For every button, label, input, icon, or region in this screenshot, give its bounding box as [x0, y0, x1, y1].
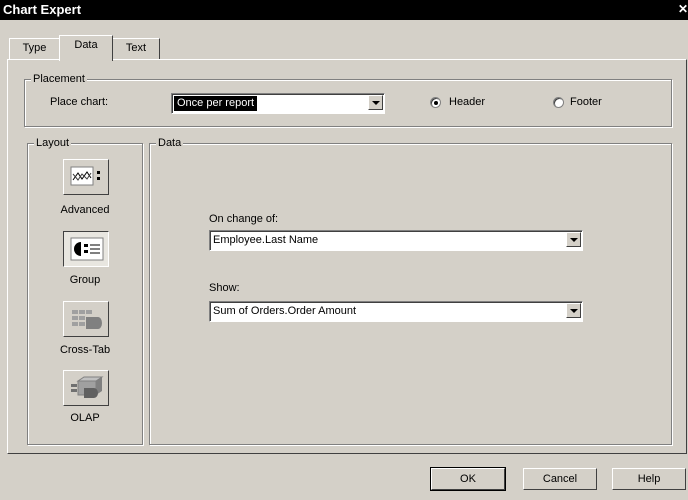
place-chart-dropdown[interactable]: Once per report — [171, 93, 385, 114]
title-bar: Chart Expert ✕ — [0, 0, 688, 20]
cross-tab-icon — [72, 310, 102, 329]
cross-tab-layout-button[interactable] — [63, 301, 109, 337]
advanced-layout-button[interactable] — [63, 159, 109, 195]
layout-group: Layout Advanced Group Cross-Tab OLAP — [27, 136, 143, 445]
olap-layout-button[interactable] — [63, 370, 109, 406]
placement-group: Placement Place chart: Once per report H… — [24, 72, 672, 127]
show-dropdown[interactable]: Sum of Orders.Order Amount — [209, 301, 583, 322]
advanced-layout-label: Advanced — [60, 204, 110, 216]
chevron-down-icon[interactable] — [368, 95, 383, 110]
footer-radio[interactable] — [553, 97, 564, 108]
tab-type[interactable]: Type — [9, 38, 60, 60]
tab-text-label: Text — [125, 42, 147, 54]
placement-group-label: Placement — [31, 72, 87, 86]
on-change-of-dropdown[interactable]: Employee.Last Name — [209, 230, 583, 251]
layout-group-label: Layout — [34, 136, 72, 150]
olap-cube-icon — [71, 376, 104, 398]
close-icon[interactable]: ✕ — [678, 2, 688, 18]
cancel-button[interactable]: Cancel — [523, 468, 597, 490]
olap-layout-label: OLAP — [70, 412, 100, 424]
group-chart-icon — [70, 237, 104, 261]
place-chart-value: Once per report — [174, 96, 258, 111]
on-change-of-label: On change of: — [209, 213, 279, 225]
help-button[interactable]: Help — [612, 468, 686, 490]
tab-data-label: Data — [74, 39, 98, 51]
footer-radio-label[interactable]: Footer — [570, 96, 602, 108]
tab-type-label: Type — [22, 42, 47, 54]
show-value: Sum of Orders.Order Amount — [213, 305, 357, 317]
header-radio[interactable] — [430, 97, 441, 108]
header-radio-label[interactable]: Header — [449, 96, 485, 108]
group-layout-button[interactable] — [63, 231, 109, 267]
data-group-label: Data — [156, 136, 184, 150]
tab-text[interactable]: Text — [112, 38, 160, 60]
cross-tab-layout-label: Cross-Tab — [59, 344, 111, 356]
ok-button[interactable]: OK — [430, 467, 506, 491]
window-title: Chart Expert — [3, 2, 82, 17]
chevron-down-icon[interactable] — [566, 303, 581, 318]
advanced-chart-icon — [70, 166, 100, 186]
data-group: Data On change of: Employee.Last Name Sh… — [149, 136, 672, 445]
group-layout-label: Group — [69, 274, 101, 286]
on-change-of-value: Employee.Last Name — [213, 234, 319, 246]
tab-data[interactable]: Data — [59, 35, 113, 61]
place-chart-label: Place chart: — [50, 96, 109, 108]
chevron-down-icon[interactable] — [566, 232, 581, 247]
show-label: Show: — [209, 282, 240, 294]
